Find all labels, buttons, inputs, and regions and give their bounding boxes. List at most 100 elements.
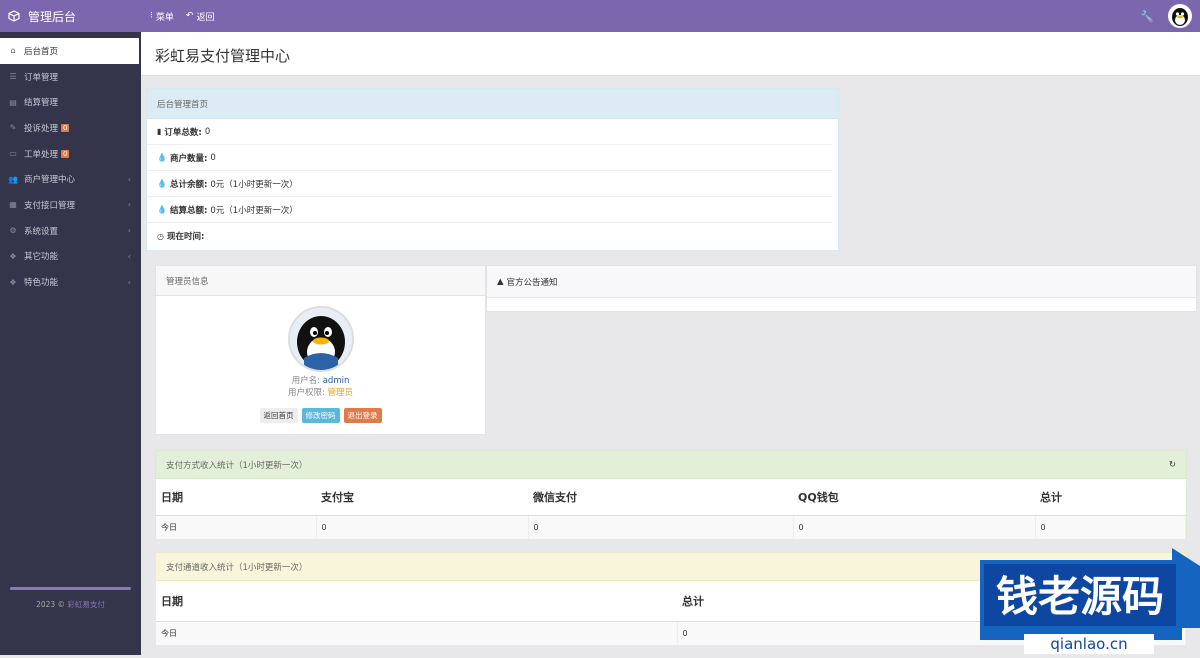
- pay-stats-header: 支付方式收入统计（1小时更新一次） ↻: [156, 451, 1186, 479]
- overview-panel: 后台管理首页 ▮ 订单总数: 0 💧 商户数量: 0 💧 总计余额: 0元（1小时更新一次）…: [146, 88, 839, 251]
- drop-icon: 💧: [157, 153, 167, 162]
- drop-icon: 💧: [157, 179, 167, 188]
- username-line: 用户名: admin: [156, 374, 485, 386]
- list-icon: ☰: [9, 72, 17, 82]
- footer-link[interactable]: 彩虹易支付: [67, 600, 105, 609]
- stat-value: 0元（1小时更新一次）: [210, 179, 298, 190]
- refresh-icon[interactable]: ↻: [1169, 460, 1176, 470]
- pay-stats-title: 支付方式收入统计（1小时更新一次）: [166, 460, 308, 471]
- admin-avatar: [287, 306, 354, 372]
- admin-header: 管理员信息: [156, 266, 485, 296]
- stat-balance: 💧 总计余额: 0元（1小时更新一次）: [147, 171, 832, 197]
- column-header: 支付宝: [316, 479, 528, 516]
- stat-time: ◷ 现在时间:: [147, 223, 832, 249]
- table-cell: 今日: [156, 515, 317, 539]
- penguin-icon: [1172, 8, 1188, 26]
- stat-value: 0: [210, 152, 216, 163]
- sidebar-item-tickets[interactable]: ▭ 工单处理 0: [0, 141, 141, 167]
- stat-label: 总计余额:: [169, 179, 208, 190]
- sidebar-item-label: 系统设置: [24, 226, 59, 237]
- sidebar-item-label: 工单处理: [24, 149, 59, 160]
- app-title: 管理后台: [28, 9, 77, 24]
- clock-icon: ◷: [157, 231, 164, 241]
- sidebar-footer: 2023 © 彩虹易支付: [0, 587, 141, 610]
- role-value: 管理员: [327, 388, 354, 398]
- table-row: 今日 0 0 0 0: [156, 515, 1186, 539]
- table-header-row: 日期 支付宝 微信支付 QQ钱包 总计: [156, 479, 1186, 516]
- sidebar-item-label: 支付接口管理: [24, 200, 76, 211]
- top-navbar: 管理后台 ⁝ 菜单 ↶ 返回 🔧: [0, 0, 1200, 32]
- sidebar-item-label: 订单管理: [24, 72, 59, 83]
- sidebar-item-merchants[interactable]: 👥 商户管理中心 ‹: [0, 166, 141, 192]
- sidebar-item-complaints[interactable]: ✎ 投诉处理 0: [0, 115, 141, 141]
- pay-stats-panel: 支付方式收入统计（1小时更新一次） ↻ 日期 支付宝 微信支付 QQ钱包 总计 今…: [155, 450, 1187, 539]
- users-icon: 👥: [8, 174, 18, 184]
- column-header: 微信支付: [528, 479, 793, 516]
- drop-icon: 💧: [157, 205, 167, 214]
- menu-button[interactable]: ⁝ 菜单: [150, 10, 174, 23]
- watermark-title: 钱老源码: [996, 572, 1164, 621]
- sidebar-item-payment-interfaces[interactable]: ▦ 支付接口管理 ‹: [0, 192, 141, 218]
- sidebar-item-orders[interactable]: ☰ 订单管理: [0, 64, 141, 90]
- chevron-left-icon: ‹: [127, 277, 131, 287]
- sidebar-item-label: 投诉处理: [24, 123, 59, 134]
- watermark-logo: 钱老源码 qianlao.cn: [976, 548, 1200, 655]
- logout-button[interactable]: 退出登录: [343, 408, 382, 423]
- chevron-left-icon: ‹: [127, 251, 131, 261]
- edit-icon: ✎: [9, 123, 17, 133]
- warning-icon: ▲: [497, 276, 504, 287]
- wrench-icon[interactable]: 🔧: [1140, 10, 1154, 23]
- page-title: 彩虹易支付管理中心: [141, 32, 1200, 76]
- stat-label: 订单总数:: [164, 127, 202, 138]
- stat-settlement: 💧 结算总额: 0元（1小时更新一次）: [147, 197, 832, 223]
- notice-header: ▲ 官方公告通知: [487, 266, 1196, 298]
- pay-stats-table: 日期 支付宝 微信支付 QQ钱包 总计 今日 0 0 0 0: [156, 479, 1186, 539]
- sidebar-item-home[interactable]: ⌂ 后台首页: [0, 38, 139, 64]
- stat-merchants: 💧 商户数量: 0: [147, 145, 832, 171]
- back-label: 返回: [196, 12, 215, 23]
- cubes-icon: ❖: [9, 251, 17, 261]
- column-header: QQ钱包: [793, 479, 1035, 516]
- role-line: 用户权限: 管理员: [156, 386, 485, 398]
- user-avatar[interactable]: [1168, 4, 1192, 28]
- watermark-url: qianlao.cn: [1050, 635, 1127, 653]
- column-header: 日期: [156, 479, 316, 516]
- username-label: 用户名:: [291, 376, 321, 386]
- sidebar-item-other[interactable]: ❖ 其它功能 ‹: [0, 244, 141, 270]
- cubes-icon: ❖: [9, 277, 17, 287]
- sidebar-item-label: 其它功能: [24, 252, 59, 263]
- sidebar-item-settlement[interactable]: ▤ 结算管理: [0, 89, 141, 115]
- copyright: 2023 © 彩虹易支付: [0, 599, 141, 610]
- change-password-button[interactable]: 修改密码: [301, 408, 340, 423]
- home-icon: ⌂: [10, 46, 16, 56]
- watermark-graphic: 钱老源码 qianlao.cn: [980, 548, 1200, 654]
- stat-value: 0元（1小时更新一次）: [210, 205, 298, 216]
- back-home-button[interactable]: 返回首页: [259, 408, 298, 423]
- role-label: 用户权限:: [287, 388, 325, 398]
- gear-icon: ⚙: [9, 226, 17, 236]
- chevron-left-icon: ‹: [127, 200, 131, 210]
- menu-icon: ⁝: [150, 11, 153, 21]
- brand[interactable]: 管理后台: [0, 0, 141, 32]
- stat-label: 结算总额:: [169, 205, 208, 216]
- admin-panel: 管理员信息 用户名: admin 用户权限: 管理员 返回首页 修改密码 退出登…: [155, 265, 486, 435]
- chevron-left-icon: ‹: [127, 226, 131, 236]
- column-header: 总计: [1035, 479, 1186, 516]
- grid-icon: ▦: [9, 200, 17, 210]
- sidebar-item-label: 后台首页: [24, 46, 59, 57]
- stat-value: 0: [204, 126, 211, 137]
- sidebar-item-label: 商户管理中心: [24, 175, 76, 186]
- table-cell: 0: [793, 515, 1036, 539]
- notice-title: 官方公告通知: [506, 277, 558, 288]
- count-badge: 0: [61, 123, 70, 132]
- sidebar-item-featured[interactable]: ❖ 特色功能 ‹: [0, 269, 141, 295]
- sidebar-item-label: 结算管理: [24, 98, 59, 109]
- stat-label: 商户数量:: [169, 153, 208, 164]
- sidebar-item-label: 特色功能: [24, 278, 59, 289]
- table-cell: 0: [528, 515, 794, 539]
- sidebar: ⌂ 后台首页 ☰ 订单管理 ▤ 结算管理 ✎ 投诉处理 0 ▭ 工单处理 0 👥 商户管理中心 ‹…: [0, 32, 141, 655]
- chevron-left-icon: ‹: [127, 174, 131, 184]
- back-button[interactable]: ↶ 返回: [186, 10, 215, 23]
- sidebar-item-settings[interactable]: ⚙ 系统设置 ‹: [0, 218, 141, 244]
- ticket-icon: ▭: [9, 149, 17, 159]
